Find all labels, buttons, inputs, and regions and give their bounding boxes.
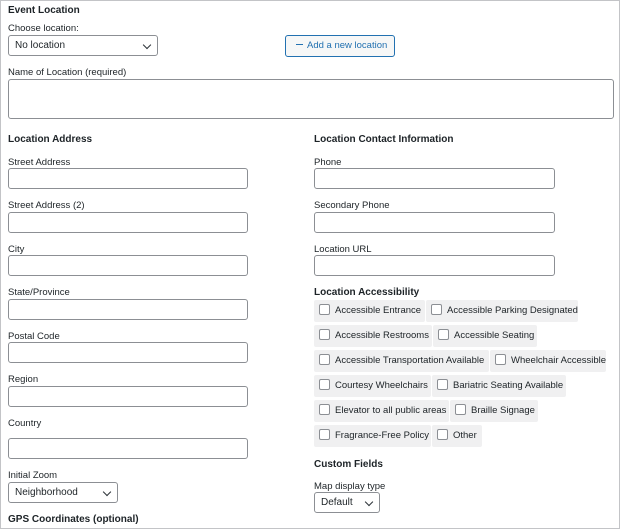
map-display-type-label: Map display type	[314, 481, 386, 492]
phone-label: Phone	[314, 157, 342, 168]
country-input[interactable]	[8, 438, 248, 459]
initial-zoom-value: Neighborhood	[15, 487, 78, 498]
accessibility-option[interactable]: Accessible Seating	[433, 325, 537, 347]
checkbox[interactable]	[438, 328, 449, 340]
accessibility-option-label: Other	[453, 430, 477, 441]
accessibility-option[interactable]: Accessible Entrance	[314, 300, 425, 322]
city-input[interactable]	[8, 255, 248, 276]
location-url-label: Location URL	[314, 244, 372, 255]
state-province-input[interactable]	[8, 299, 248, 320]
accessibility-option-label: Wheelchair Accessible	[511, 355, 607, 366]
accessibility-option[interactable]: Accessible Restrooms	[314, 325, 432, 347]
choose-location-value: No location	[15, 40, 66, 51]
accessibility-heading: Location Accessibility	[314, 287, 420, 298]
contact-info-heading: Location Contact Information	[314, 134, 454, 145]
accessibility-option-label: Accessible Restrooms	[335, 330, 429, 341]
accessibility-option-label: Braille Signage	[471, 405, 535, 416]
checkbox[interactable]	[437, 378, 448, 390]
accessibility-option[interactable]: Fragrance-Free Policy	[314, 425, 431, 447]
accessibility-option-label: Bariatric Seating Available	[453, 380, 564, 391]
accessibility-option[interactable]: Wheelchair Accessible	[490, 350, 606, 372]
initial-zoom-label: Initial Zoom	[8, 470, 58, 481]
add-new-location-button[interactable]: Add a new location	[285, 35, 395, 57]
accessibility-option[interactable]: Other	[432, 425, 482, 447]
region-input[interactable]	[8, 386, 248, 407]
location-name-label: Name of Location (required)	[8, 67, 127, 78]
map-display-type-value: Default	[321, 497, 353, 508]
gps-coordinates-heading: GPS Coordinates (optional)	[8, 514, 139, 525]
accessibility-option-label: Accessible Entrance	[335, 305, 422, 316]
phone-input[interactable]	[314, 168, 555, 189]
checkbox[interactable]	[437, 428, 448, 440]
checkbox[interactable]	[319, 303, 330, 315]
choose-location-label: Choose location:	[8, 23, 79, 34]
location-address-heading: Location Address	[8, 134, 93, 145]
postal-code-label: Postal Code	[8, 331, 60, 342]
add-new-location-label: Add a new location	[307, 40, 388, 51]
street-address-label: Street Address	[8, 157, 71, 168]
accessibility-option-label: Elevator to all public areas	[335, 405, 447, 416]
checkbox[interactable]	[495, 353, 506, 365]
secondary-phone-input[interactable]	[314, 212, 555, 233]
checkbox[interactable]	[319, 378, 330, 390]
accessibility-option[interactable]: Braille Signage	[450, 400, 538, 422]
accessibility-option[interactable]: Accessible Parking Designated	[426, 300, 578, 322]
accessibility-option[interactable]: Courtesy Wheelchairs	[314, 375, 431, 397]
accessibility-option[interactable]: Accessible Transportation Available	[314, 350, 489, 372]
map-display-type-select[interactable]: Default	[314, 492, 380, 513]
region-label: Region	[8, 374, 39, 385]
accessibility-option-label: Accessible Parking Designated	[447, 305, 578, 316]
accessibility-option[interactable]: Bariatric Seating Available	[432, 375, 566, 397]
street-address-2-input[interactable]	[8, 212, 248, 233]
initial-zoom-select[interactable]: Neighborhood	[8, 482, 118, 503]
location-name-input[interactable]	[8, 79, 614, 119]
choose-location-select[interactable]: No location	[8, 35, 158, 56]
checkbox[interactable]	[319, 428, 330, 440]
event-location-panel: Event Location Choose location: No locat…	[0, 0, 620, 529]
accessibility-option-label: Accessible Transportation Available	[335, 355, 485, 366]
custom-fields-heading: Custom Fields	[314, 459, 383, 470]
accessibility-option[interactable]: Elevator to all public areas	[314, 400, 449, 422]
checkbox[interactable]	[319, 403, 330, 415]
accessibility-option-label: Fragrance-Free Policy	[335, 430, 429, 441]
country-label: Country	[8, 418, 42, 429]
postal-code-input[interactable]	[8, 342, 248, 363]
checkbox[interactable]	[431, 303, 442, 315]
checkbox[interactable]	[455, 403, 466, 415]
street-address-input[interactable]	[8, 168, 248, 189]
accessibility-option-label: Courtesy Wheelchairs	[335, 380, 428, 391]
minus-icon	[296, 43, 303, 46]
chevron-down-icon	[102, 487, 112, 497]
secondary-phone-label: Secondary Phone	[314, 200, 390, 211]
accessibility-option-label: Accessible Seating	[454, 330, 535, 341]
checkbox[interactable]	[319, 353, 330, 365]
location-url-input[interactable]	[314, 255, 555, 276]
chevron-down-icon	[142, 40, 152, 50]
section-title: Event Location	[8, 5, 80, 16]
chevron-down-icon	[364, 497, 374, 507]
state-province-label: State/Province	[8, 287, 70, 298]
city-label: City	[8, 244, 25, 255]
checkbox[interactable]	[319, 328, 330, 340]
street-address-2-label: Street Address (2)	[8, 200, 85, 211]
